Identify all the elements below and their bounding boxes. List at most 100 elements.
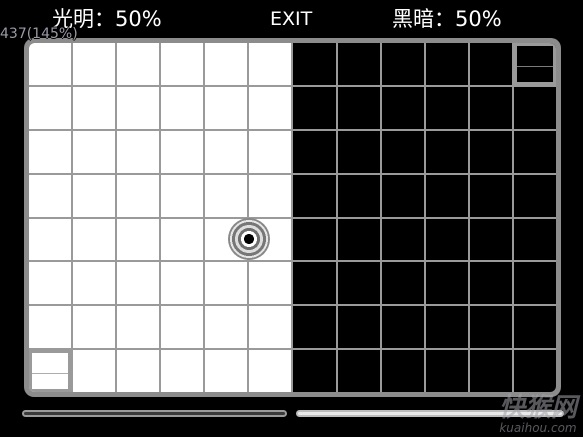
light-tile: [161, 174, 204, 217]
dark-tile: [425, 350, 468, 392]
light-tile: [73, 174, 116, 217]
light-tile: [117, 306, 160, 349]
dark-tile: [425, 86, 468, 129]
light-tile: [29, 262, 72, 305]
dark-tile: [513, 130, 556, 173]
dark-tile: [337, 130, 380, 173]
dark-tile: [513, 86, 556, 129]
exit-button[interactable]: EXIT: [270, 6, 312, 32]
dark-tile: [469, 43, 512, 85]
light-tile: [161, 130, 204, 173]
light-tile: [161, 306, 204, 349]
light-tile: [117, 218, 160, 261]
light-tile: [73, 218, 116, 261]
dark-tile: [381, 86, 424, 129]
dark-tile: [337, 174, 380, 217]
dark-tile: [469, 350, 512, 392]
dark-tile: [293, 130, 336, 173]
light-tile: [73, 43, 116, 85]
dark-tile: [293, 43, 336, 85]
dark-tile: [425, 43, 468, 85]
light-tile: [29, 306, 72, 349]
dark-tile: [337, 262, 380, 305]
dark-tile: [293, 306, 336, 349]
light-tile: [161, 43, 204, 85]
light-tile: [29, 86, 72, 129]
light-tile: [205, 130, 248, 173]
dark-tile: [337, 86, 380, 129]
dark-tile: [337, 43, 380, 85]
light-tile: [205, 86, 248, 129]
light-tile: [205, 262, 248, 305]
dark-tile: [513, 174, 556, 217]
light-tile: [161, 262, 204, 305]
light-tile: [249, 262, 292, 305]
light-tile: [117, 130, 160, 173]
light-tile: [249, 86, 292, 129]
light-tile: [73, 306, 116, 349]
dark-tile: [425, 218, 468, 261]
dark-tile: [425, 262, 468, 305]
board-grid: [29, 43, 556, 392]
light-tile: [117, 262, 160, 305]
dark-tile: [425, 174, 468, 217]
light-tile: [249, 43, 292, 85]
dark-tile: [337, 350, 380, 392]
dark-tile: [469, 306, 512, 349]
light-tile: [249, 130, 292, 173]
light-tile: [29, 218, 72, 261]
dark-tile: [293, 262, 336, 305]
dark-tile: [513, 306, 556, 349]
dark-goal-tile: [513, 43, 556, 85]
dark-tile: [425, 130, 468, 173]
dark-tile: [381, 262, 424, 305]
light-tile: [29, 130, 72, 173]
dark-tile: [293, 350, 336, 392]
zoom-readout: 437(145%): [0, 26, 78, 42]
light-progress-bar: [22, 410, 287, 417]
light-tile: [117, 86, 160, 129]
dark-tile: [381, 350, 424, 392]
light-tile: [249, 174, 292, 217]
player-ball[interactable]: [227, 218, 270, 261]
dark-tile: [293, 86, 336, 129]
dark-tile: [469, 86, 512, 129]
watermark-logo: 快猴网: [498, 393, 577, 423]
light-tile: [117, 174, 160, 217]
dark-tile: [293, 174, 336, 217]
light-tile: [161, 86, 204, 129]
light-tile: [73, 350, 116, 392]
light-tile: [205, 43, 248, 85]
light-tile: [161, 350, 204, 392]
dark-progress-bar: [296, 410, 564, 417]
light-tile: [73, 130, 116, 173]
light-tile: [117, 43, 160, 85]
light-tile: [205, 350, 248, 392]
light-tile: [117, 350, 160, 392]
dark-score: 黑暗：50%: [392, 7, 502, 31]
dark-tile: [469, 174, 512, 217]
dark-tile: [469, 218, 512, 261]
game-board: [24, 38, 561, 397]
dark-tile: [513, 218, 556, 261]
dark-tile: [513, 350, 556, 392]
dark-tile: [381, 130, 424, 173]
light-tile: [73, 86, 116, 129]
dark-tile: [381, 174, 424, 217]
dark-tile: [337, 218, 380, 261]
light-tile: [161, 218, 204, 261]
light-tile: [29, 43, 72, 85]
watermark-url: kuaihou.com: [499, 421, 577, 435]
light-tile: [205, 174, 248, 217]
dark-tile: [425, 306, 468, 349]
light-tile: [29, 174, 72, 217]
light-tile: [205, 306, 248, 349]
dark-tile: [381, 306, 424, 349]
dark-tile: [337, 306, 380, 349]
light-goal-tile: [29, 350, 72, 392]
dark-tile: [381, 43, 424, 85]
dark-tile: [381, 218, 424, 261]
light-tile: [73, 262, 116, 305]
dark-tile: [293, 218, 336, 261]
light-tile: [249, 306, 292, 349]
